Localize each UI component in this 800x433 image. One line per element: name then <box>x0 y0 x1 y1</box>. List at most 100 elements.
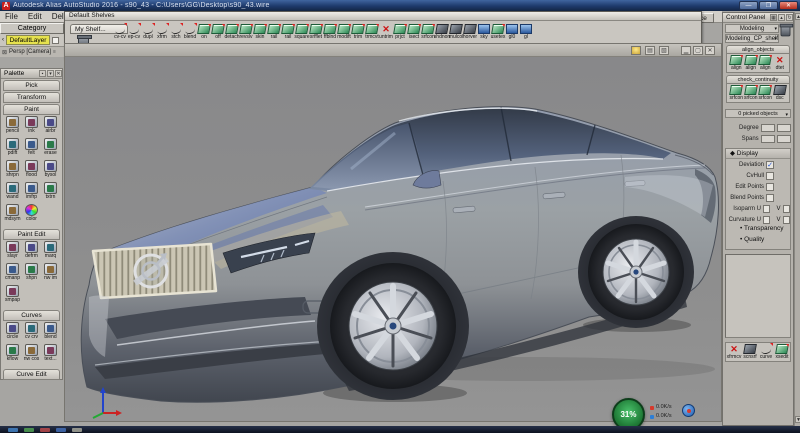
palette-tool-airbr[interactable]: airbr <box>41 116 60 138</box>
spans-field-u[interactable] <box>761 135 775 143</box>
shelf-tool-untrim[interactable]: ✕untrim <box>379 24 393 40</box>
lightbulb-icon[interactable] <box>631 46 641 55</box>
taskbar[interactable] <box>0 426 800 433</box>
menu-file[interactable]: File <box>0 12 23 21</box>
shelf-tool-mulcol[interactable]: mulcol <box>449 24 463 40</box>
cp-dock-icon[interactable]: ▦ <box>770 14 777 21</box>
cp-tool-srfcon[interactable]: srfcon <box>744 85 759 101</box>
menu-edit[interactable]: Edit <box>23 12 47 21</box>
v-checkbox[interactable] <box>783 216 791 224</box>
palette-tab-paint[interactable]: Paint <box>3 104 60 115</box>
cp-tool-xsedit[interactable]: xsedit <box>775 344 790 360</box>
shelf-tool-square[interactable]: square <box>295 24 309 40</box>
shelf-tool-isect[interactable]: isect <box>407 24 421 40</box>
palette-tool-flood[interactable]: flood <box>22 160 41 182</box>
palette-tool-text-[interactable]: text... <box>41 344 60 366</box>
palette-close-icon[interactable]: ✕ <box>55 70 62 77</box>
cp-tab-check_continuity[interactable]: check_continuity <box>726 75 790 84</box>
palette-tool-defrm[interactable]: defrm <box>22 241 41 263</box>
shelf-tool-sky[interactable]: sky <box>477 24 491 40</box>
layer-row[interactable]: ‹ DefaultLayer <box>0 34 64 46</box>
cp-tool-align[interactable]: align <box>758 55 773 71</box>
shelf-tool-shdnon[interactable]: shdnon <box>435 24 449 40</box>
palette-tool-shrpn[interactable]: shrpn <box>3 160 22 182</box>
scroll-up-icon[interactable]: ▲ <box>795 13 800 20</box>
palette-tool-txtrn[interactable]: txtrn <box>41 182 60 204</box>
display-bullet-quality[interactable]: • Quality <box>726 236 790 247</box>
taskbar-item[interactable] <box>8 428 18 432</box>
modeling-dropdown[interactable]: Modeling▾ <box>725 24 779 33</box>
palette-tab-curves[interactable]: Curves <box>3 310 60 321</box>
palette-tool-cv-crv[interactable]: cv crv <box>22 322 41 344</box>
blend-points-checkbox[interactable] <box>766 194 774 202</box>
shelf-tool-off[interactable]: off <box>211 24 225 40</box>
shelf-tool-blend[interactable]: blend <box>183 24 197 40</box>
viewport-panel-b-icon[interactable]: ▧ <box>659 46 669 55</box>
palette-tool-mdsym[interactable]: mdsym <box>3 204 22 226</box>
cp-tool-srfcon[interactable]: srfcon <box>758 85 773 101</box>
cp-shelf-dropdown[interactable]: Modeling_CP_shelf▾ <box>725 34 779 43</box>
palette-tool-nw-im[interactable]: nw im <box>41 263 60 285</box>
palette-tool-marq[interactable]: marq <box>41 241 60 263</box>
palette-tab-pick[interactable]: Pick <box>3 80 60 91</box>
scroll-down-icon[interactable]: ▼ <box>795 416 800 423</box>
cp-tool-scnsrf[interactable]: scnsrf <box>743 344 758 360</box>
cp-tool-align[interactable]: align <box>729 55 744 71</box>
shelf-tool-trim[interactable]: trim <box>351 24 365 40</box>
palette-tool-felt[interactable]: felt <box>22 138 41 160</box>
degree-field-v[interactable] <box>777 124 791 132</box>
category-dropdown[interactable]: Category <box>0 23 64 34</box>
palette-tab-transform[interactable]: Transform <box>3 92 60 103</box>
palette-tool-erase[interactable]: erase <box>41 138 60 160</box>
palette-tool-circle[interactable]: circle <box>3 322 22 344</box>
cp-tool-dtet[interactable]: ✕dtet <box>773 55 788 71</box>
shelf-tool-skin[interactable]: skin <box>253 24 267 40</box>
viewport-maximize-button[interactable]: ▢ <box>693 46 703 55</box>
taskbar-item[interactable] <box>72 428 82 432</box>
palette-tool-imfrp[interactable]: imfrp <box>22 182 41 204</box>
shelf-tool-ffblnd[interactable]: ffblnd <box>323 24 337 40</box>
palette-pin-icon[interactable]: ▪ <box>39 70 46 77</box>
perspective-viewport[interactable]: ▤ ▧ ▁ ▢ ✕ <box>64 43 722 422</box>
palette-tool-smpap[interactable]: smpap <box>3 285 22 307</box>
shelf-tool-cv-cv[interactable]: cv-cv <box>113 24 127 40</box>
curvature-u-checkbox[interactable] <box>763 216 771 224</box>
shelf-tool-stch[interactable]: stch <box>169 24 183 40</box>
shelf-tool-prjct[interactable]: prjct <box>393 24 407 40</box>
cp-tool-xfrmcv[interactable]: ✕xfrmcv <box>727 344 742 360</box>
isoparm-u-checkbox[interactable] <box>763 205 771 213</box>
viewport-header[interactable]: ▤ ▧ ▁ ▢ ✕ <box>65 44 721 57</box>
palette-tool-wand[interactable]: wand <box>3 182 22 204</box>
shelf-tool-horver[interactable]: horver <box>463 24 477 40</box>
shelf-tool-modift[interactable]: modift <box>337 24 351 40</box>
cp-trash[interactable] <box>779 25 791 37</box>
viewport-close-button[interactable]: ✕ <box>705 46 715 55</box>
cp-tool-align[interactable]: align <box>744 55 759 71</box>
v-checkbox[interactable] <box>783 205 791 213</box>
default-layer-chip[interactable]: DefaultLayer <box>6 35 50 45</box>
maximize-button[interactable]: ❐ <box>759 1 778 10</box>
palette-tool-blend[interactable]: blend <box>41 322 60 344</box>
titlebar[interactable]: A Autodesk Alias AutoStudio 2016 - s90_4… <box>0 0 800 11</box>
palette-tool-bysol[interactable]: bysol <box>41 160 60 182</box>
palette-titlebar[interactable]: Palette ▪ ▾ ✕ <box>1 69 62 79</box>
cp-tab-align_objects[interactable]: align_objects <box>726 45 790 54</box>
palette-tool-slayr[interactable]: slayr <box>3 241 22 263</box>
shelf-tool-gl0[interactable]: gl0 <box>505 24 519 40</box>
cp-scrollbar[interactable]: ▲ ▼ <box>794 12 800 426</box>
cp-tool-dsc[interactable]: dsc <box>773 85 788 101</box>
palette-tool-ink[interactable]: ink <box>22 116 41 138</box>
shelf-tool-xfrm[interactable]: xfrm <box>155 24 169 40</box>
shelf-tool-detach[interactable]: detach <box>225 24 239 40</box>
palette-tool-kflow[interactable]: kflow <box>3 344 22 366</box>
shelves-titlebar[interactable]: Default Shelves <box>65 12 701 21</box>
taskbar-item[interactable] <box>40 428 50 432</box>
palette-tool-pencil[interactable]: pencil <box>3 116 22 138</box>
cp-tool-curve[interactable]: curve <box>759 344 774 360</box>
cp-tool-srfcon[interactable]: srfcon <box>729 85 744 101</box>
viewport-collapse-button[interactable]: ▁ <box>681 46 691 55</box>
spans-field-v[interactable] <box>777 135 791 143</box>
shelf-tool-srfflet[interactable]: srfflet <box>309 24 323 40</box>
display-bullet-transparency[interactable]: • Transparency <box>726 225 790 236</box>
view-options-icon[interactable]: ≡ <box>53 49 56 55</box>
